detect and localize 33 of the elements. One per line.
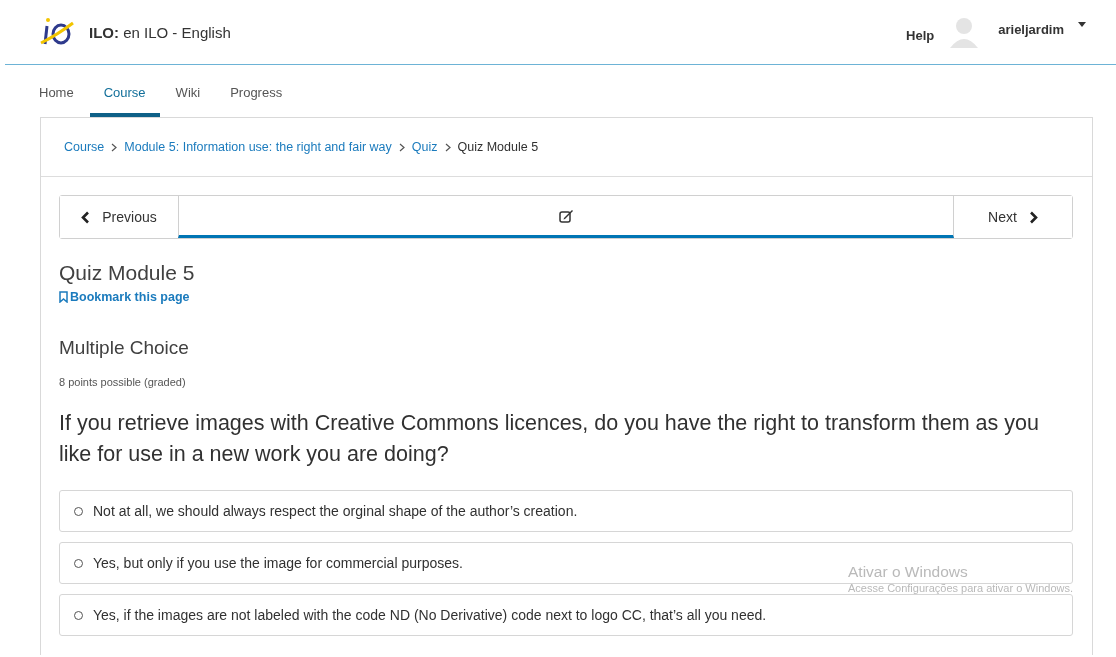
breadcrumb-link[interactable]: Course <box>64 140 105 154</box>
caret-icon[interactable] <box>1078 21 1086 27</box>
help-link[interactable]: Help <box>906 27 935 43</box>
logo-icon <box>39 17 75 47</box>
chevron-icon <box>444 142 451 152</box>
radio-button[interactable] <box>74 610 83 620</box>
answer-option[interactable]: Yes, if the images are not labeled with the code ND (No Derivative) code next to logo CC, that’s all you need. <box>59 594 1073 636</box>
chevron-right-icon <box>1028 210 1038 224</box>
points-label: 8 points possible (graded) <box>59 376 187 388</box>
nav-tab[interactable]: Course <box>89 65 160 117</box>
activation-text: Acesse Configurações para ativar o Windows. <box>848 582 1073 594</box>
unit-tab[interactable] <box>178 196 954 238</box>
nav-tab[interactable]: Wiki <box>161 65 215 117</box>
activation-title: Ativar o Windows <box>848 563 969 581</box>
chevron-icon <box>398 142 405 152</box>
radio-button[interactable] <box>74 558 83 568</box>
chevron-left-icon <box>81 210 91 224</box>
radio-button[interactable] <box>74 506 83 516</box>
answer-option[interactable]: Not at all, we should always respect the orginal shape of the author’s creation. <box>59 490 1073 532</box>
site-title: ILO: en ILO - English <box>89 23 232 41</box>
question-text: If you retrieve images with Creative Commons licences, do you have the right to transform them as you like for use in a new work you are doing? <box>59 410 1040 468</box>
breadcrumb-link[interactable]: Quiz <box>411 140 438 154</box>
chevron-icon <box>111 142 118 152</box>
unit-title: Quiz Module 5 <box>59 261 196 285</box>
bookmark-link[interactable]: Bookmark this page <box>59 290 190 304</box>
edit-icon <box>558 208 574 223</box>
breadcrumb-current: Quiz Module 5 <box>457 140 539 154</box>
breadcrumb-link[interactable]: Module 5: Information use: the right and fair way <box>124 140 392 154</box>
nav-tab[interactable]: Progress <box>216 65 297 117</box>
bookmark-icon <box>59 291 68 303</box>
problem-heading: Multiple Choice <box>59 337 190 359</box>
nav-tab[interactable]: Home <box>34 65 88 117</box>
username[interactable]: arieljardim <box>998 21 1064 37</box>
